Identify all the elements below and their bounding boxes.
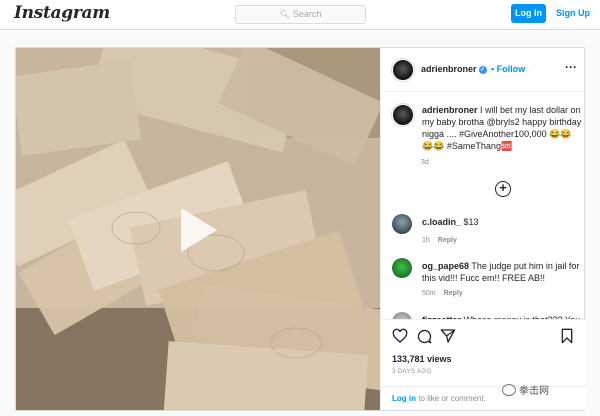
comment-text: c.loadin_ $13 [422, 216, 582, 228]
login-prompt: Log in to like or comment. [381, 386, 586, 411]
login-prompt-rest: to like or comment. [418, 394, 486, 403]
login-link[interactable]: Log in [392, 394, 416, 403]
search-placeholder: Search [292, 9, 322, 19]
caption-avatar[interactable] [392, 104, 414, 126]
login-prompt-text: Log in to like or comment. [392, 394, 486, 403]
watermark: 拳击网 [502, 382, 549, 397]
top-navigation: Instagram 🔍︎ Search Log In Sign Up [0, 0, 600, 30]
author-username[interactable]: adrienbroner ✓ [421, 64, 487, 74]
avatar[interactable] [392, 59, 414, 81]
post-date: 3 DAYS AGO [392, 369, 432, 375]
comment-body: $13 [463, 217, 479, 227]
caption-timestamp: 3d [421, 159, 429, 166]
reply-button[interactable]: Reply [438, 237, 457, 244]
post-actions: 133,781 views 3 DAYS AGO Log in to like … [381, 319, 586, 410]
commenter-avatar[interactable] [392, 258, 412, 278]
search-icon: 🔍︎ [279, 10, 290, 19]
post-sidebar: adrienbroner ✓ • Follow ··· adrienbroner … [380, 48, 586, 410]
comment-text: og_pape68 The judge put him in jail for … [422, 260, 582, 284]
comment-meta: 50m Reply [422, 290, 471, 297]
comment-meta: 1h Reply [422, 237, 465, 244]
caption-username[interactable]: adrienbroner [422, 105, 478, 115]
search-input[interactable]: 🔍︎ Search [235, 5, 366, 24]
comment-time: 1h [422, 237, 430, 244]
play-icon[interactable] [181, 208, 217, 252]
reply-button[interactable]: Reply [444, 290, 463, 297]
heart-icon[interactable] [392, 328, 408, 344]
share-icon[interactable] [440, 328, 456, 344]
comment-icon[interactable] [416, 328, 432, 344]
login-button[interactable]: Log In [511, 4, 546, 23]
more-options-icon[interactable]: ··· [565, 60, 577, 74]
comment-time: 50m [422, 290, 436, 297]
watermark-text: 拳击网 [519, 386, 549, 397]
post-card: adrienbroner ✓ • Follow ··· adrienbroner … [15, 47, 586, 411]
load-more-comments-icon[interactable]: + [495, 181, 511, 197]
view-count: 133,781 views [392, 354, 452, 364]
signup-link[interactable]: Sign Up [556, 4, 590, 23]
video-media[interactable] [16, 48, 380, 410]
commenter-username[interactable]: og_pape68 [422, 261, 469, 271]
commenter-avatar[interactable] [392, 214, 412, 234]
wechat-icon [502, 384, 516, 396]
commenter-username[interactable]: c.loadin_ [422, 217, 461, 227]
caption-text: adrienbroner I will bet my last dollar o… [422, 104, 582, 152]
save-icon[interactable] [559, 328, 575, 344]
follow-button[interactable]: • Follow [491, 64, 525, 74]
author-username-text[interactable]: adrienbroner [421, 64, 477, 74]
post-header: adrienbroner ✓ • Follow ··· [381, 48, 586, 92]
verified-icon: ✓ [478, 66, 487, 74]
instagram-logo[interactable]: Instagram [14, 3, 110, 23]
